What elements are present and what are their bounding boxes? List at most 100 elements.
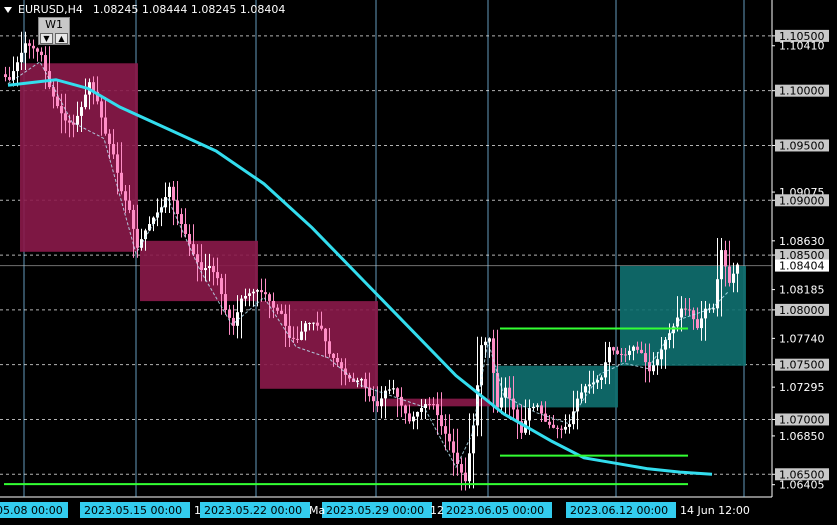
candle-body bbox=[244, 295, 247, 299]
candle-body bbox=[636, 346, 639, 350]
candle-body bbox=[324, 328, 327, 342]
candle-body bbox=[724, 250, 727, 267]
candle-body bbox=[452, 441, 455, 453]
candle-body bbox=[468, 453, 471, 482]
price-label: 1.10410 bbox=[779, 40, 825, 53]
candle-body bbox=[60, 106, 63, 114]
candle-body bbox=[272, 300, 275, 308]
candle-body bbox=[340, 362, 343, 369]
candle-body bbox=[372, 396, 375, 402]
time-label-fragment: 1 bbox=[194, 504, 201, 517]
candle-body bbox=[608, 347, 611, 363]
candle-body bbox=[220, 278, 223, 295]
candle-body bbox=[504, 387, 507, 398]
current-price-label: 1.08404 bbox=[779, 260, 825, 273]
candle-body bbox=[704, 308, 707, 319]
bear-zone bbox=[260, 301, 378, 389]
candle-body bbox=[460, 464, 463, 473]
candle-body bbox=[260, 290, 263, 293]
candle-body bbox=[320, 325, 323, 329]
candle-body bbox=[228, 310, 231, 318]
time-label: 2023.06.12 00:00 bbox=[570, 504, 668, 517]
candle-body bbox=[240, 298, 243, 313]
candle-body bbox=[308, 322, 311, 324]
candle-body bbox=[500, 397, 503, 408]
candle-body bbox=[380, 398, 383, 407]
arrow-up-button[interactable]: ▲ bbox=[55, 33, 68, 44]
price-axis: 1.105001.104101.100001.095001.090751.090… bbox=[772, 30, 829, 492]
candle-body bbox=[360, 378, 363, 381]
candle-body bbox=[16, 62, 19, 72]
candle-body bbox=[584, 386, 587, 393]
candle-body bbox=[604, 362, 607, 378]
candle-body bbox=[556, 427, 559, 429]
candle-body bbox=[276, 307, 279, 311]
candle-body bbox=[128, 200, 131, 210]
candle-body bbox=[696, 319, 699, 329]
candle-body bbox=[336, 357, 339, 363]
candle-body bbox=[408, 413, 411, 422]
candle-body bbox=[484, 341, 487, 346]
price-label: 1.06850 bbox=[779, 430, 825, 443]
candle-body bbox=[404, 405, 407, 414]
candle-body bbox=[136, 228, 139, 248]
candle-body bbox=[264, 292, 267, 295]
candle-body bbox=[316, 322, 319, 326]
candle-body bbox=[544, 413, 547, 422]
candle-body bbox=[656, 359, 659, 366]
candle-body bbox=[36, 48, 39, 52]
price-label: 1.09500 bbox=[779, 139, 825, 152]
candle-body bbox=[100, 101, 103, 118]
candle-body bbox=[200, 262, 203, 271]
candle-body bbox=[108, 133, 111, 145]
candle-body bbox=[332, 353, 335, 358]
candle-body bbox=[120, 172, 123, 192]
candle-body bbox=[388, 389, 391, 391]
candle-body bbox=[204, 268, 207, 271]
candle-body bbox=[80, 107, 83, 116]
bear-zone bbox=[140, 240, 258, 302]
candle-body bbox=[64, 113, 67, 121]
candle-body bbox=[20, 52, 23, 63]
candle-body bbox=[684, 308, 687, 310]
candle-body bbox=[216, 272, 219, 279]
candle-body bbox=[496, 372, 499, 408]
candle-body bbox=[112, 144, 115, 155]
candle-body bbox=[548, 421, 551, 425]
time-label: 2023.05.29 00:00 bbox=[326, 504, 424, 517]
candle-body bbox=[364, 378, 367, 388]
candle-body bbox=[168, 186, 171, 198]
price-label: 1.10000 bbox=[779, 85, 825, 98]
price-chart[interactable]: 1.105001.104101.100001.095001.090751.090… bbox=[0, 0, 837, 525]
w1-label: W1 bbox=[45, 18, 63, 31]
candle-body bbox=[208, 266, 211, 269]
ohlc-values: 1.08245 1.08444 1.08245 1.08404 bbox=[92, 3, 286, 16]
candle-body bbox=[252, 291, 255, 294]
candle-body bbox=[400, 396, 403, 406]
candle-body bbox=[528, 408, 531, 421]
candle-body bbox=[616, 350, 619, 354]
candle-body bbox=[536, 405, 539, 407]
candle-body bbox=[176, 200, 179, 215]
candle-body bbox=[56, 96, 59, 107]
candle-body bbox=[420, 408, 423, 412]
candle-body bbox=[224, 294, 227, 311]
candle-body bbox=[392, 388, 395, 390]
candle-body bbox=[464, 472, 467, 482]
candle-body bbox=[660, 349, 663, 360]
candle-body bbox=[680, 308, 683, 318]
symbol-header: EURUSD,H4 1.08245 1.08444 1.08245 1.0840… bbox=[4, 3, 285, 16]
candle-body bbox=[356, 380, 359, 383]
candle-body bbox=[248, 293, 251, 296]
candle-body bbox=[728, 266, 731, 283]
candle-body bbox=[172, 186, 175, 201]
dropdown-icon[interactable] bbox=[4, 6, 12, 13]
candle-body bbox=[296, 338, 299, 340]
candle-body bbox=[4, 74, 7, 78]
time-label: 05.08 00:00 bbox=[0, 504, 63, 517]
candle-body bbox=[12, 71, 15, 80]
candle-body bbox=[412, 416, 415, 422]
candle-body bbox=[652, 365, 655, 372]
candle-body bbox=[560, 428, 563, 430]
arrow-down-button[interactable]: ▼ bbox=[40, 33, 53, 44]
